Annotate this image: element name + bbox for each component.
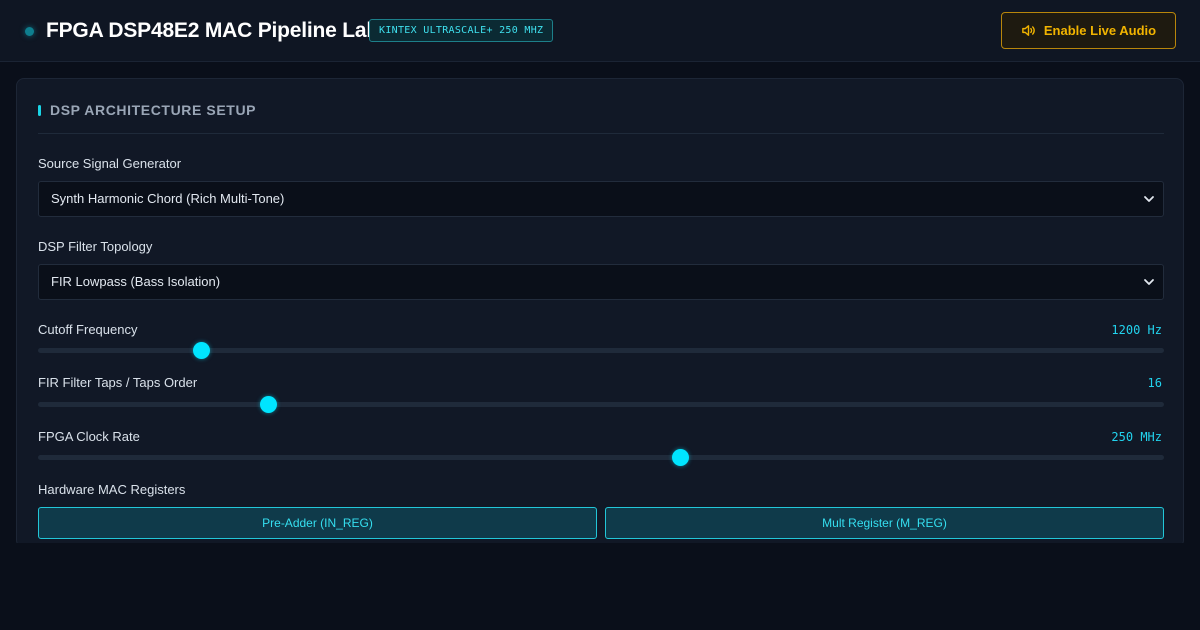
chevron-down-icon (1144, 279, 1154, 285)
taps-slider-thumb[interactable] (259, 396, 277, 413)
enable-audio-button[interactable]: Enable Live Audio (1001, 12, 1176, 49)
cutoff-readout: 1200 Hz (1111, 323, 1162, 337)
section-divider (38, 133, 1164, 134)
mult-register-button[interactable]: Mult Register (M_REG) (605, 507, 1164, 539)
topology-select-value: FIR Lowpass (Bass Isolation) (51, 274, 221, 289)
app-title: FPGA DSP48E2 MAC Pipeline Lab (46, 19, 379, 42)
section-accent-bar (38, 105, 41, 116)
cutoff-slider-thumb[interactable] (193, 342, 211, 359)
clock-slider[interactable] (38, 449, 1164, 466)
source-select-value: Synth Harmonic Chord (Rich Multi-Tone) (51, 191, 285, 206)
registers-label: Hardware MAC Registers (38, 482, 186, 497)
section-title: DSP ARCHITECTURE SETUP (50, 102, 257, 118)
chevron-down-icon (1144, 196, 1154, 202)
speaker-icon (1022, 25, 1035, 36)
topology-select[interactable]: FIR Lowpass (Bass Isolation) (38, 264, 1164, 300)
clock-slider-thumb[interactable] (671, 449, 689, 466)
clock-label: FPGA Clock Rate (38, 429, 140, 444)
taps-slider[interactable] (38, 396, 1164, 413)
status-dot-icon (25, 27, 34, 36)
cutoff-slider[interactable] (38, 342, 1164, 359)
device-chip: KINTEX ULTRASCALE+ 250 MHZ (369, 19, 554, 42)
app-header: FPGA DSP48E2 MAC Pipeline Lab KINTEX ULT… (0, 0, 1200, 62)
clock-readout: 250 MHz (1111, 430, 1162, 444)
taps-label: FIR Filter Taps / Taps Order (38, 375, 198, 390)
source-label: Source Signal Generator (38, 156, 182, 171)
cutoff-label: Cutoff Frequency (38, 322, 138, 337)
topology-label: DSP Filter Topology (38, 239, 153, 254)
dsp-setup-panel: DSP ARCHITECTURE SETUP Source Signal Gen… (16, 78, 1184, 548)
enable-audio-label: Enable Live Audio (1043, 23, 1157, 38)
source-select[interactable]: Synth Harmonic Chord (Rich Multi-Tone) (38, 181, 1164, 217)
taps-readout: 16 (1147, 376, 1162, 390)
pre-adder-button[interactable]: Pre-Adder (IN_REG) (38, 507, 597, 539)
page-background (0, 543, 1200, 630)
